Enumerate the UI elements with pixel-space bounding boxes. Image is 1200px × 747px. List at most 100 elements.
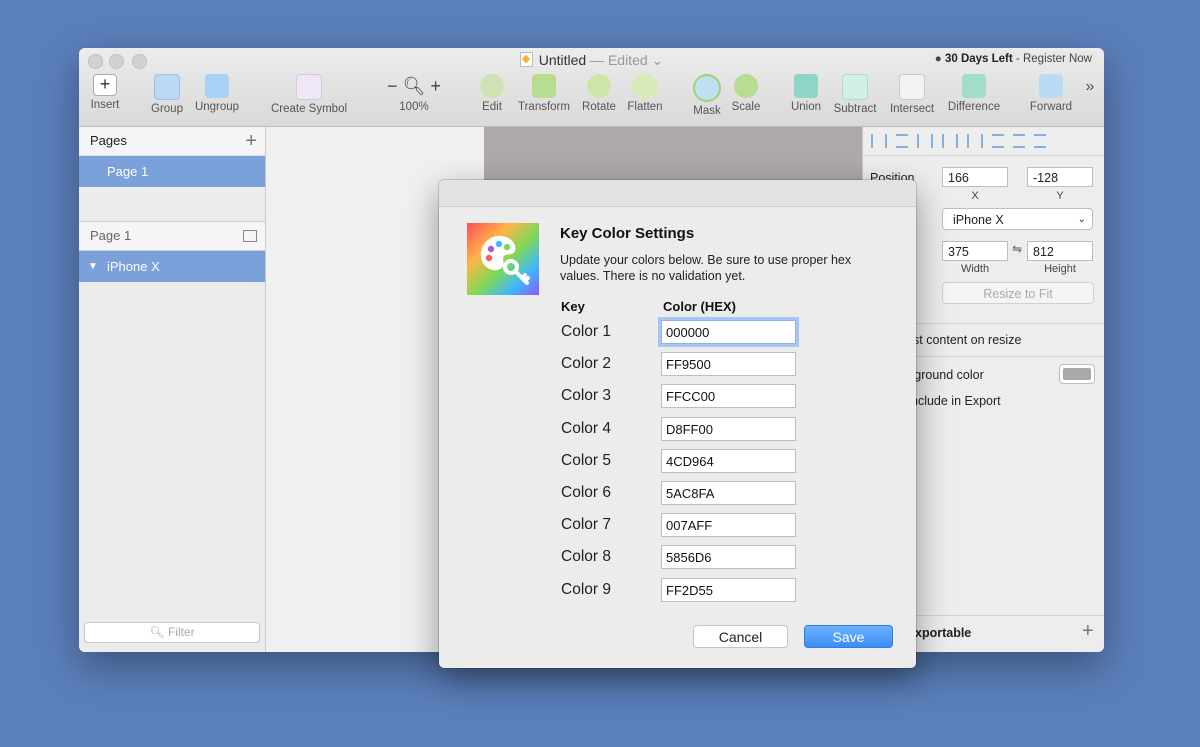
pages-title: Pages <box>90 133 127 148</box>
device-value: iPhone X <box>953 213 1004 227</box>
zoom-magnifier-icon: − 🔍︎ + <box>387 76 441 96</box>
subtract-button[interactable]: Subtract <box>829 74 881 115</box>
include-in-export-label[interactable]: nclude in Export <box>911 394 1001 408</box>
color-4-input[interactable] <box>661 417 796 441</box>
trial-days: 30 Days Left <box>944 53 1013 65</box>
layer-item-selected[interactable]: ▼ iPhone X <box>79 251 265 282</box>
x-caption: X <box>971 190 979 202</box>
color-1-input[interactable] <box>661 320 796 344</box>
color-8-label: Color 8 <box>561 548 611 565</box>
intersect-button[interactable]: Intersect <box>885 74 939 115</box>
layers-header[interactable]: Page 1 <box>79 221 265 251</box>
union-icon <box>794 74 818 98</box>
color-3-input[interactable] <box>661 384 796 408</box>
flatten-icon <box>628 69 662 103</box>
background-color-label[interactable]: kground color <box>908 368 984 382</box>
color-6-label: Color 6 <box>561 484 611 501</box>
edit-button[interactable]: Edit <box>477 74 507 113</box>
scale-button[interactable]: Scale <box>729 74 763 113</box>
y-caption: Y <box>1056 190 1064 202</box>
mask-label: Mask <box>693 105 721 117</box>
disclosure-triangle-icon[interactable]: ▼ <box>88 251 98 282</box>
layer-filter-field[interactable]: 🔍︎ Filter <box>84 622 260 643</box>
difference-button[interactable]: Difference <box>943 74 1005 113</box>
group-button[interactable]: Group <box>149 74 185 115</box>
trial-badge[interactable]: ● 30 Days Left - Register Now <box>928 51 1098 68</box>
register-now-link[interactable]: Register Now <box>1023 53 1092 65</box>
chevron-down-icon: ⌄ <box>1077 214 1086 225</box>
distribute-horizontal-icon[interactable] <box>871 134 887 148</box>
dialog-description: Update your colors below. Be sure to use… <box>560 253 852 283</box>
rotate-icon <box>587 74 611 98</box>
resize-to-fit-button[interactable]: Resize to Fit <box>942 282 1094 304</box>
palette-key-glyph <box>481 235 530 285</box>
collapse-pages-icon[interactable] <box>243 230 257 242</box>
dialog-titlebar <box>439 180 916 207</box>
scale-label: Scale <box>731 101 761 113</box>
ungroup-button[interactable]: Ungroup <box>191 74 243 113</box>
rotate-button[interactable]: Rotate <box>579 74 619 113</box>
color-2-label: Color 2 <box>561 355 611 372</box>
distribute-vertical-icon[interactable] <box>896 134 908 148</box>
sketch-document-icon <box>519 52 533 67</box>
flatten-label: Flatten <box>627 101 663 113</box>
layer-name: iPhone X <box>107 259 160 274</box>
edit-icon <box>480 74 504 98</box>
align-center-icon[interactable] <box>942 134 958 148</box>
align-right-icon[interactable] <box>967 134 983 148</box>
toolbar-overflow-icon[interactable]: » <box>1081 78 1099 96</box>
color-6-input[interactable] <box>661 481 796 505</box>
edited-status[interactable]: — Edited ⌄ <box>590 52 663 68</box>
intersect-label: Intersect <box>889 103 935 115</box>
color-9-input[interactable] <box>661 578 796 602</box>
color-7-input[interactable] <box>661 513 796 537</box>
page-list-item-selected[interactable]: Page 1 <box>79 156 265 187</box>
union-button[interactable]: Union <box>789 74 823 113</box>
alignment-toolbar <box>863 127 1104 156</box>
background-color-swatch[interactable] <box>1059 364 1095 384</box>
add-export-icon[interactable]: + <box>1082 620 1094 643</box>
save-button[interactable]: Save <box>804 625 893 648</box>
adjust-content-checkbox-label[interactable]: st content on resize <box>913 333 1021 347</box>
insert-button[interactable]: + Insert <box>87 74 123 111</box>
color-8-input[interactable] <box>661 545 796 569</box>
cancel-button[interactable]: Cancel <box>693 625 788 648</box>
group-icon <box>154 74 180 100</box>
pages-header: Pages + <box>79 127 265 156</box>
swatch-fill <box>1063 368 1091 380</box>
zoom-control[interactable]: − 🔍︎ + 100% <box>381 74 447 113</box>
zoom-level: 100% <box>399 101 429 113</box>
magnifier-icon: 🔍︎ <box>149 625 165 639</box>
height-field[interactable]: 812 <box>1027 241 1093 261</box>
color-5-label: Color 5 <box>561 452 611 469</box>
transform-button[interactable]: Transform <box>515 74 573 113</box>
y-position-field[interactable]: -128 <box>1027 167 1093 187</box>
lock-ratio-icon[interactable]: ⇋ <box>1012 242 1022 256</box>
mask-button[interactable]: Mask <box>691 74 723 117</box>
difference-label: Difference <box>947 101 1001 113</box>
mask-icon <box>693 74 721 102</box>
x-position-field[interactable]: 166 <box>942 167 1008 187</box>
color-hex-column-header: Color (HEX) <box>663 299 736 314</box>
align-bottom-icon[interactable] <box>1034 134 1046 148</box>
subtract-label: Subtract <box>833 103 877 115</box>
trial-bullet: ● <box>934 53 942 65</box>
align-left-icon[interactable] <box>917 134 933 148</box>
align-middle-icon[interactable] <box>1013 134 1025 148</box>
exportable-header: xportable <box>915 626 972 640</box>
filter-placeholder: Filter <box>167 625 195 639</box>
color-2-input[interactable] <box>661 352 796 376</box>
width-field[interactable]: 375 <box>942 241 1008 261</box>
flatten-button[interactable]: Flatten <box>625 69 665 113</box>
palette-key-icon <box>467 223 539 295</box>
create-symbol-label: Create Symbol <box>270 103 348 115</box>
device-select[interactable]: iPhone X ⌄ <box>942 208 1093 230</box>
color-5-input[interactable] <box>661 449 796 473</box>
color-7-label: Color 7 <box>561 516 611 533</box>
create-symbol-button[interactable]: Create Symbol <box>267 74 351 115</box>
forward-button[interactable]: Forward <box>1027 74 1075 113</box>
plus-icon: + <box>93 74 117 96</box>
add-page-icon[interactable]: + <box>245 127 257 155</box>
key-color-settings-dialog: Key Color Settings Update your colors be… <box>439 180 916 668</box>
align-top-icon[interactable] <box>992 134 1004 148</box>
